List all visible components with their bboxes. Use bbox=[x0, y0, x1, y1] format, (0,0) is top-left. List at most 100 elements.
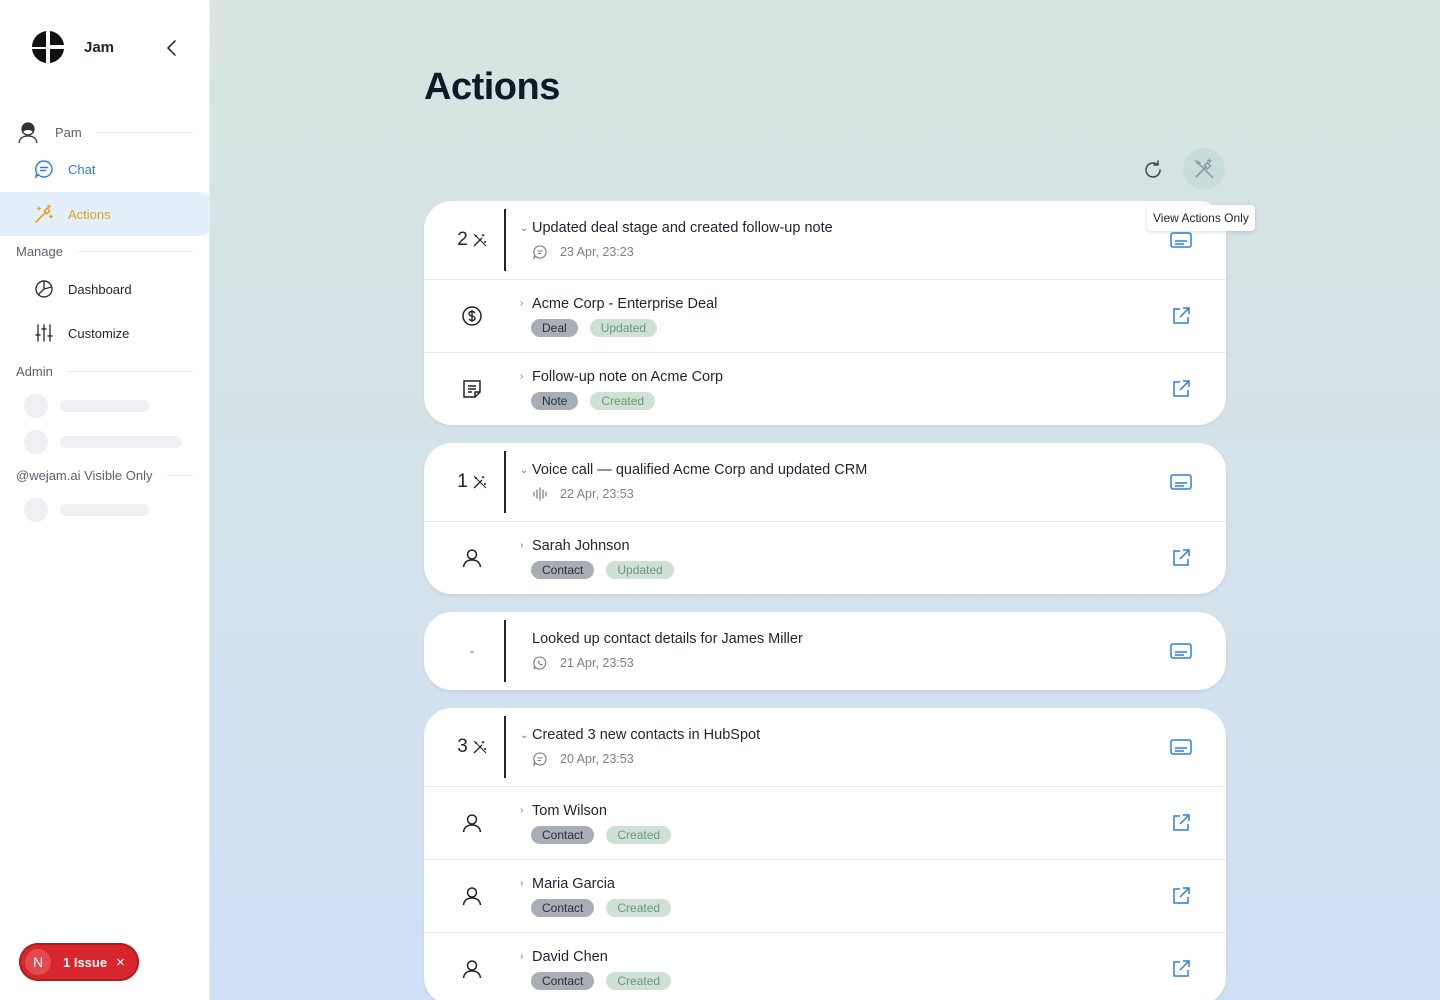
page-title: Actions bbox=[424, 66, 560, 108]
note-icon bbox=[463, 380, 481, 398]
chevron-down-icon[interactable]: ⌄ bbox=[520, 730, 531, 741]
chevron-right-icon[interactable]: › bbox=[520, 951, 531, 962]
avatar bbox=[18, 122, 38, 144]
refresh-icon bbox=[1145, 160, 1161, 178]
action-count-value: 2 bbox=[457, 229, 468, 250]
open-external-button[interactable] bbox=[1136, 959, 1226, 979]
action-item-row[interactable]: › Follow-up note on Acme Corp Note Created bbox=[424, 352, 1226, 425]
action-group-header[interactable]: - Looked up contact details for James Mi… bbox=[424, 612, 1226, 690]
action-item-row[interactable]: › David Chen Contact Created bbox=[424, 932, 1226, 1000]
status-badge: Created bbox=[590, 391, 656, 410]
skeleton-bar bbox=[60, 504, 149, 516]
status-badge: Created bbox=[606, 898, 672, 917]
manage-section-header: Manage bbox=[16, 244, 193, 259]
skeleton-bar bbox=[60, 436, 182, 448]
issue-count: 1 Issue bbox=[63, 954, 108, 970]
chat-icon bbox=[35, 160, 53, 179]
user-name: Pam bbox=[55, 124, 82, 140]
sidebar-item-customize[interactable]: Customize bbox=[0, 311, 210, 355]
action-group-title: Looked up contact details for James Mill… bbox=[532, 631, 803, 647]
open-external-button[interactable] bbox=[1136, 813, 1226, 833]
refresh-button[interactable] bbox=[1132, 149, 1174, 191]
loading-placeholder bbox=[24, 498, 149, 522]
status-badge: Updated bbox=[606, 560, 674, 579]
action-count: 3 bbox=[424, 736, 520, 758]
section-label: Admin bbox=[16, 364, 53, 379]
loading-placeholder bbox=[24, 430, 182, 454]
action-count-value: - bbox=[469, 642, 475, 660]
jam-logo-icon bbox=[32, 31, 64, 63]
chevron-right-icon[interactable]: › bbox=[520, 805, 531, 816]
type-badge: Contact bbox=[531, 560, 595, 579]
status-badge: Updated bbox=[589, 318, 658, 337]
action-item-title: David Chen bbox=[532, 948, 608, 965]
action-item-row[interactable]: › Acme Corp - Enterprise Deal Deal Updated bbox=[424, 279, 1226, 352]
dollar-icon bbox=[462, 306, 482, 326]
close-icon[interactable]: × bbox=[116, 954, 125, 971]
type-badge: Note bbox=[531, 391, 579, 410]
action-item-title: Maria Garcia bbox=[532, 875, 615, 892]
sidebar-item-label: Customize bbox=[68, 325, 130, 341]
open-external-button[interactable] bbox=[1136, 306, 1226, 326]
chevron-right-icon[interactable]: › bbox=[520, 878, 531, 889]
section-label: Manage bbox=[16, 244, 63, 259]
view-actions-only-button[interactable] bbox=[1183, 148, 1225, 190]
skeleton-avatar bbox=[24, 430, 48, 454]
chevron-down-icon[interactable]: ⌄ bbox=[520, 465, 531, 476]
chevron-right-icon[interactable]: › bbox=[520, 540, 531, 551]
section-label: @wejam.ai Visible Only bbox=[16, 468, 153, 483]
action-item-row[interactable]: › Tom Wilson Contact Created bbox=[424, 786, 1226, 859]
open-external-button[interactable] bbox=[1136, 886, 1226, 906]
type-badge: Contact bbox=[531, 971, 595, 990]
chevron-right-icon[interactable]: › bbox=[520, 371, 531, 382]
pie-chart-icon bbox=[35, 280, 53, 298]
collapse-sidebar-icon[interactable] bbox=[160, 36, 184, 60]
timestamp: 20 Apr, 23:53 bbox=[560, 752, 634, 766]
action-group-title: Created 3 new contacts in HubSpot bbox=[532, 727, 761, 743]
user-section-header: Pam bbox=[16, 120, 193, 144]
action-group-card: - Looked up contact details for James Mi… bbox=[424, 612, 1226, 690]
action-group-header[interactable]: 2 ⌄ Updated deal stage and created follow… bbox=[424, 201, 1226, 279]
skeleton-avatar bbox=[24, 498, 48, 522]
app-name: Jam bbox=[84, 38, 115, 56]
sidebar-item-dashboard[interactable]: Dashboard bbox=[0, 267, 210, 311]
magic-wand-off-icon bbox=[1194, 158, 1214, 179]
open-external-button[interactable] bbox=[1136, 379, 1226, 399]
person-icon bbox=[462, 814, 482, 833]
sidebar: Jam Pam Chat Actions Manage Dashboard Cu… bbox=[0, 0, 210, 1000]
action-count: 2 bbox=[424, 229, 520, 251]
external-link-icon bbox=[1173, 380, 1190, 397]
transcript-icon bbox=[1170, 232, 1192, 248]
action-item-row[interactable]: › Maria Garcia Contact Created bbox=[424, 859, 1226, 932]
chevron-right-icon[interactable]: › bbox=[520, 298, 531, 309]
issue-initial: N bbox=[25, 949, 51, 975]
external-link-icon bbox=[1173, 887, 1190, 904]
transcript-button[interactable] bbox=[1136, 738, 1226, 756]
brand[interactable]: Jam bbox=[32, 31, 114, 63]
chevron-down-icon[interactable]: ⌄ bbox=[520, 223, 531, 234]
divider bbox=[66, 371, 193, 372]
transcript-button[interactable] bbox=[1136, 231, 1226, 249]
person-icon bbox=[462, 549, 482, 568]
transcript-icon bbox=[1170, 474, 1192, 490]
type-badge: Contact bbox=[531, 825, 595, 844]
open-external-button[interactable] bbox=[1136, 548, 1226, 568]
sidebar-item-chat[interactable]: Chat bbox=[0, 147, 210, 191]
transcript-button[interactable] bbox=[1136, 642, 1226, 660]
sliders-icon bbox=[35, 324, 53, 342]
action-item-row[interactable]: › Sarah Johnson Contact Updated bbox=[424, 521, 1226, 594]
divider bbox=[504, 209, 506, 271]
action-item-title: Sarah Johnson bbox=[532, 537, 630, 554]
sidebar-item-actions[interactable]: Actions bbox=[0, 192, 210, 236]
action-group-title: Updated deal stage and created follow-up… bbox=[532, 220, 833, 236]
tooltip: View Actions Only bbox=[1147, 205, 1255, 231]
divider bbox=[95, 131, 193, 133]
whatsapp-icon bbox=[533, 656, 547, 670]
action-group-header[interactable]: 3 ⌄ Created 3 new contacts in HubSpot 20 … bbox=[424, 708, 1226, 786]
external-link-icon bbox=[1173, 960, 1190, 977]
issues-badge[interactable]: N 1 Issue × bbox=[19, 943, 139, 981]
action-count: 1 bbox=[424, 471, 520, 493]
transcript-button[interactable] bbox=[1136, 473, 1226, 491]
action-group-header[interactable]: 1 ⌄ Voice call — qualified Acme Corp and … bbox=[424, 443, 1226, 521]
external-link-icon bbox=[1173, 549, 1190, 566]
